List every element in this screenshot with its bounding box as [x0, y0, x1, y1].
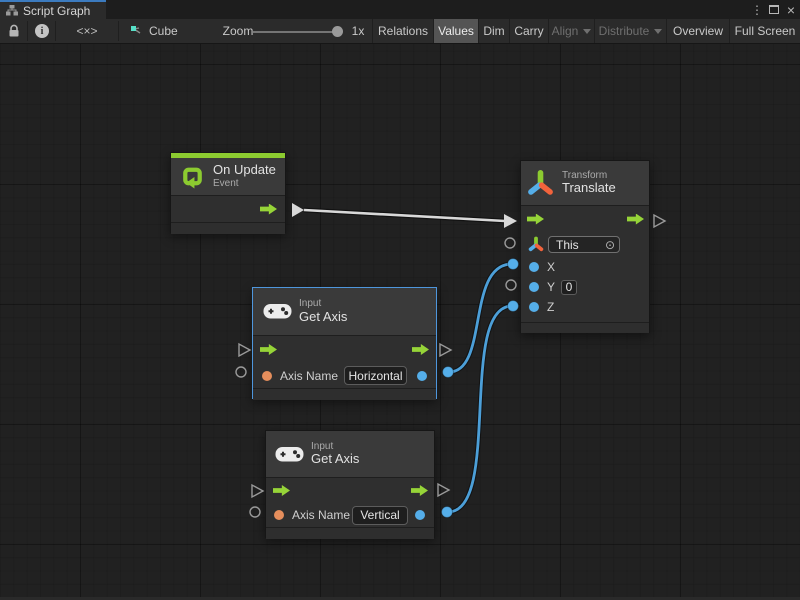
zoom-value: 1x [348, 19, 368, 43]
lock-button[interactable] [2, 19, 26, 43]
flow-row [521, 206, 649, 232]
flow-output-row [171, 196, 285, 222]
object-picker-icon[interactable]: ⊙ [605, 238, 615, 252]
dropdown-caret-icon [654, 29, 662, 34]
self-target-row: This ⊙ [521, 232, 649, 257]
get-axis-v-value-out-port[interactable] [442, 507, 453, 518]
graph-toolbar: i <×> Cube Zoom 1x Relations Values Dim … [0, 19, 800, 44]
get-axis-h-value-out-port[interactable] [443, 367, 454, 378]
flow-in-arrow-icon [527, 214, 544, 225]
node-get-axis-vertical[interactable]: Input Get Axis Axis Name Vertical [265, 430, 435, 538]
axis-name-field[interactable]: Vertical [352, 506, 408, 525]
graph-node-icon [130, 25, 143, 38]
input-row-x: X [521, 257, 649, 277]
zoom-slider-track[interactable] [252, 31, 340, 33]
info-icon: i [35, 24, 49, 38]
input-row-y: Y 0 [521, 277, 649, 297]
lock-icon [8, 24, 20, 38]
input-row-z: Z [521, 297, 649, 317]
window-close-icon[interactable]: × [783, 0, 799, 19]
info-button[interactable]: i [29, 19, 55, 43]
update-loop-icon [180, 164, 205, 189]
axis-name-label: Axis Name [280, 369, 338, 383]
node-on-update[interactable]: On Update Event [170, 152, 286, 233]
dim-button[interactable]: Dim [478, 19, 509, 43]
node-footer [253, 388, 436, 400]
axis-name-port-dot[interactable] [274, 510, 284, 520]
axis-name-label: Axis Name [292, 508, 350, 522]
self-value: This [556, 238, 579, 252]
node-title: Translate [562, 181, 616, 196]
z-port-dot[interactable] [529, 302, 539, 312]
flow-out-arrow-icon [627, 214, 644, 225]
fullscreen-button[interactable]: Full Screen [729, 19, 800, 43]
toolbar-separator [27, 21, 28, 41]
node-header: Input Get Axis [253, 288, 436, 336]
flow-row [253, 336, 436, 363]
y-value-field[interactable]: 0 [561, 280, 577, 295]
tab-strip: Script Graph ⋮ × [0, 0, 800, 19]
node-header: Input Get Axis [266, 431, 434, 478]
dropdown-caret-icon [583, 29, 591, 34]
node-subtitle: Event [213, 178, 276, 190]
overview-button[interactable]: Overview [666, 19, 729, 43]
graph-target-button[interactable]: Cube [130, 19, 200, 43]
toolbar-separator [118, 21, 119, 41]
script-graph-window: Script Graph ⋮ × i <×> Cube Zoom [0, 0, 800, 600]
flow-out-arrow-icon [411, 485, 428, 496]
zoom-label: Zoom [222, 19, 254, 43]
tab-title: Script Graph [23, 4, 90, 18]
distribute-label: Distribute [599, 24, 650, 38]
script-graph-icon [6, 5, 18, 16]
gamepad-icon [275, 445, 304, 464]
node-footer [521, 322, 649, 333]
flow-in-arrow-icon [260, 344, 277, 355]
node-title: Get Axis [299, 310, 347, 325]
y-port-dot[interactable] [529, 282, 539, 292]
node-title: On Update [213, 163, 276, 178]
z-port-label: Z [547, 300, 554, 314]
node-footer [171, 222, 285, 234]
node-title: Get Axis [311, 452, 359, 467]
window-menu-icon[interactable]: ⋮ [750, 0, 764, 19]
flow-in-arrow-icon [273, 485, 290, 496]
gamepad-icon [263, 302, 292, 321]
flow-row [266, 478, 434, 503]
transform-icon [527, 168, 554, 199]
axis-name-row: Axis Name Vertical [266, 503, 434, 527]
zoom-slider-handle[interactable] [332, 26, 343, 37]
axis-name-row: Axis Name Horizontal [253, 363, 436, 388]
node-footer [266, 527, 434, 539]
node-header: Transform Translate [521, 161, 649, 206]
align-label: Align [552, 24, 579, 38]
axis-name-port-dot[interactable] [262, 371, 272, 381]
self-object-field[interactable]: This ⊙ [548, 236, 620, 253]
x-port-dot[interactable] [529, 262, 539, 272]
axis-value-out-dot[interactable] [417, 371, 427, 381]
translate-z-in-port[interactable] [508, 301, 519, 312]
axis-name-field[interactable]: Horizontal [344, 366, 407, 385]
align-dropdown[interactable]: Align [548, 19, 594, 43]
carry-button[interactable]: Carry [509, 19, 548, 43]
code-view-toggle[interactable]: <×> [58, 19, 116, 43]
node-translate[interactable]: Transform Translate This ⊙ X [520, 160, 650, 333]
distribute-dropdown[interactable]: Distribute [594, 19, 666, 43]
window-maximize-icon[interactable] [766, 0, 782, 19]
node-header: On Update Event [171, 158, 285, 196]
maximize-glyph [769, 5, 779, 14]
flow-arrow-icon [260, 204, 277, 215]
relations-button[interactable]: Relations [372, 19, 433, 43]
graph-target-label: Cube [149, 24, 178, 38]
axis-value-out-dot[interactable] [415, 510, 425, 520]
values-button[interactable]: Values [433, 19, 478, 43]
x-port-label: X [547, 260, 555, 274]
y-port-label: Y [547, 280, 555, 294]
toolbar-separator [55, 21, 56, 41]
flow-out-arrow-icon [412, 344, 429, 355]
transform-mini-icon [528, 236, 544, 253]
translate-x-in-port[interactable] [508, 259, 519, 270]
tab-script-graph[interactable]: Script Graph [0, 0, 106, 19]
node-get-axis-horizontal[interactable]: Input Get Axis Axis Name Horizontal [252, 287, 437, 399]
